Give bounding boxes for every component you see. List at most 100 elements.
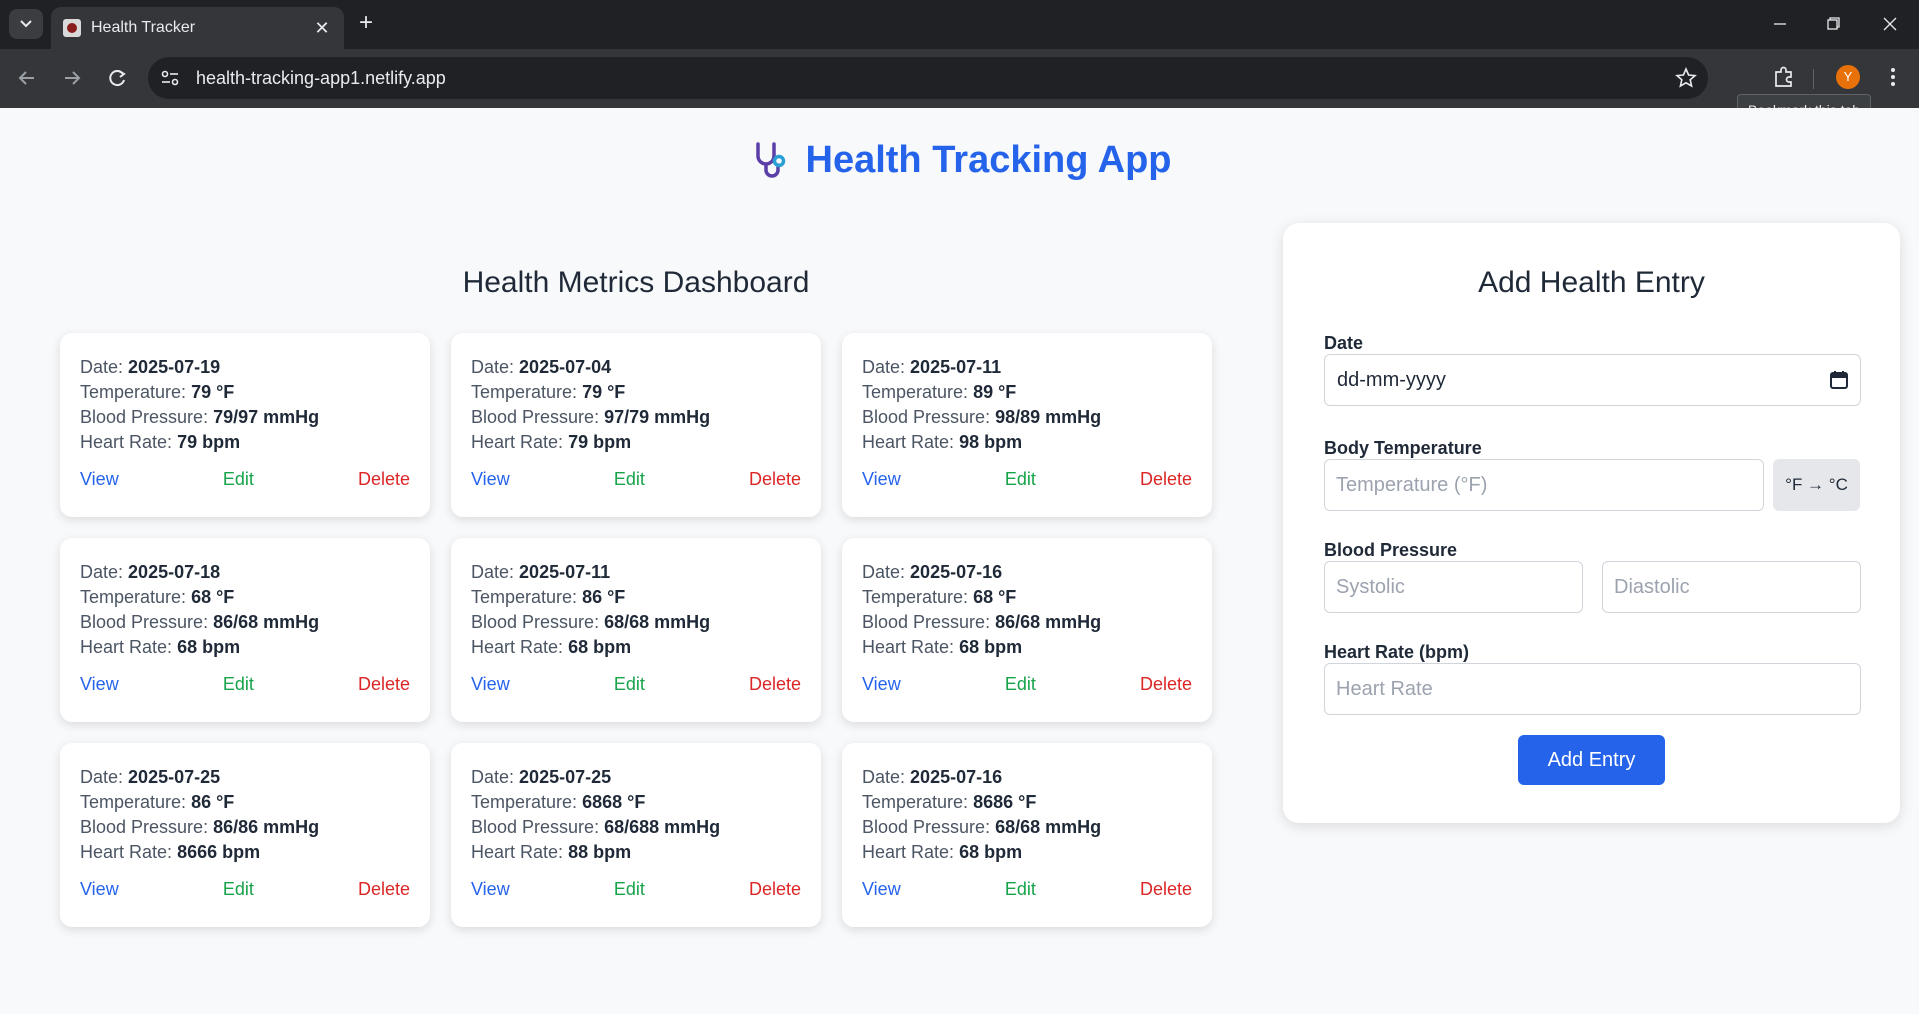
- entry-heart-rate-row: Heart Rate: 88 bpm: [471, 840, 801, 865]
- dashboard-title: Health Metrics Dashboard: [462, 266, 810, 299]
- entry-card: Date: 2025-07-16 Temperature: 8686 °F Bloo…: [842, 743, 1212, 927]
- profile-avatar[interactable]: Y: [1836, 65, 1860, 89]
- view-link[interactable]: View: [80, 877, 119, 902]
- entry-heart-rate-row: Heart Rate: 98 bpm: [862, 430, 1192, 455]
- view-link[interactable]: View: [862, 877, 901, 902]
- reload-button[interactable]: [102, 63, 132, 93]
- entry-actions: View Edit Delete: [471, 877, 801, 902]
- entry-card: Date: 2025-07-25 Temperature: 6868 °F Bloo…: [451, 743, 821, 927]
- entry-heart-rate-value: 68 bpm: [959, 637, 1023, 657]
- delete-link[interactable]: Delete: [1140, 467, 1192, 492]
- view-link[interactable]: View: [471, 877, 510, 902]
- entry-card: Date: 2025-07-11 Temperature: 86 °F Blood …: [451, 538, 821, 722]
- entry-heart-rate-row: Heart Rate: 8666 bpm: [80, 840, 410, 865]
- edit-link[interactable]: Edit: [1005, 672, 1036, 697]
- tab-search-button[interactable]: [9, 9, 43, 39]
- site-info-icon[interactable]: [158, 66, 182, 90]
- forward-button[interactable]: [57, 63, 87, 93]
- entry-blood-pressure-row: Blood Pressure: 86/68 mmHg: [80, 610, 410, 635]
- entry-blood-pressure-label: Blood Pressure:: [471, 612, 600, 632]
- calendar-icon[interactable]: [1828, 369, 1850, 391]
- edit-link[interactable]: Edit: [223, 672, 254, 697]
- entry-card: Date: 2025-07-16 Temperature: 68 °F Blood …: [842, 538, 1212, 722]
- entry-card: Date: 2025-07-11 Temperature: 89 °F Blood …: [842, 333, 1212, 517]
- delete-link[interactable]: Delete: [749, 877, 801, 902]
- view-link[interactable]: View: [471, 467, 510, 492]
- delete-link[interactable]: Delete: [1140, 877, 1192, 902]
- entry-card: Date: 2025-07-04 Temperature: 79 °F Blood …: [451, 333, 821, 517]
- more-menu-icon[interactable]: [1880, 63, 1906, 91]
- temperature-input[interactable]: [1324, 459, 1764, 511]
- new-tab-button[interactable]: +: [353, 10, 379, 36]
- entry-date-row: Date: 2025-07-25: [80, 765, 410, 790]
- entry-temperature-row: Temperature: 86 °F: [471, 585, 801, 610]
- minimize-button[interactable]: [1757, 10, 1801, 38]
- entry-heart-rate-row: Heart Rate: 68 bpm: [862, 635, 1192, 660]
- entry-heart-rate-row: Heart Rate: 68 bpm: [80, 635, 410, 660]
- entry-actions: View Edit Delete: [471, 467, 801, 492]
- entry-blood-pressure-value: 68/68 mmHg: [995, 817, 1102, 837]
- back-button[interactable]: [12, 63, 42, 93]
- diastolic-input[interactable]: [1602, 561, 1861, 613]
- delete-link[interactable]: Delete: [1140, 672, 1192, 697]
- entry-temperature-row: Temperature: 8686 °F: [862, 790, 1192, 815]
- entry-date-value: 2025-07-25: [519, 767, 612, 787]
- browser-toolbar: health-tracking-app1.netlify.app Y: [0, 49, 1919, 108]
- heart-rate-input[interactable]: [1324, 663, 1861, 715]
- close-window-button[interactable]: [1868, 10, 1912, 38]
- edit-link[interactable]: Edit: [614, 467, 645, 492]
- extensions-icon[interactable]: [1770, 63, 1798, 91]
- chevron-down-icon: [20, 20, 32, 28]
- entry-heart-rate-value: 68 bpm: [568, 637, 632, 657]
- entry-blood-pressure-row: Blood Pressure: 97/79 mmHg: [471, 405, 801, 430]
- date-input[interactable]: dd-mm-yyyy: [1324, 354, 1861, 406]
- entry-blood-pressure-label: Blood Pressure:: [471, 407, 600, 427]
- entry-date-row: Date: 2025-07-25: [471, 765, 801, 790]
- edit-link[interactable]: Edit: [614, 877, 645, 902]
- entry-blood-pressure-row: Blood Pressure: 98/89 mmHg: [862, 405, 1192, 430]
- entry-temperature-row: Temperature: 86 °F: [80, 790, 410, 815]
- delete-link[interactable]: Delete: [749, 467, 801, 492]
- entry-date-value: 2025-07-04: [519, 357, 612, 377]
- systolic-input[interactable]: [1324, 561, 1583, 613]
- delete-link[interactable]: Delete: [749, 672, 801, 697]
- edit-link[interactable]: Edit: [614, 672, 645, 697]
- tab-strip: Health Tracker ✕ +: [0, 0, 1919, 49]
- view-link[interactable]: View: [80, 672, 119, 697]
- address-bar[interactable]: health-tracking-app1.netlify.app: [148, 57, 1708, 99]
- entry-blood-pressure-value: 98/89 mmHg: [995, 407, 1102, 427]
- view-link[interactable]: View: [862, 672, 901, 697]
- entry-blood-pressure-value: 86/68 mmHg: [213, 612, 320, 632]
- tab-title: Health Tracker: [91, 19, 196, 36]
- delete-link[interactable]: Delete: [358, 467, 410, 492]
- entry-blood-pressure-label: Blood Pressure:: [80, 407, 209, 427]
- entry-date-label: Date:: [80, 562, 124, 582]
- edit-link[interactable]: Edit: [1005, 467, 1036, 492]
- stethoscope-icon: [755, 142, 785, 178]
- entry-heart-rate-value: 8666 bpm: [177, 842, 261, 862]
- entry-heart-rate-value: 68 bpm: [959, 842, 1023, 862]
- entry-blood-pressure-label: Blood Pressure:: [471, 817, 600, 837]
- entry-date-value: 2025-07-11: [519, 562, 611, 582]
- edit-link[interactable]: Edit: [223, 467, 254, 492]
- entry-temperature-value: 86 °F: [582, 587, 626, 607]
- delete-link[interactable]: Delete: [358, 877, 410, 902]
- edit-link[interactable]: Edit: [1005, 877, 1036, 902]
- convert-unit-button[interactable]: °F → °C: [1773, 459, 1860, 511]
- add-entry-button[interactable]: Add Entry: [1518, 735, 1665, 785]
- entry-date-label: Date:: [862, 767, 906, 787]
- entry-heart-rate-label: Heart Rate:: [80, 637, 173, 657]
- view-link[interactable]: View: [471, 672, 510, 697]
- page-content: Health Tracking App Health Metrics Dashb…: [0, 108, 1919, 1014]
- close-tab-icon[interactable]: ✕: [310, 16, 334, 40]
- bookmark-star-icon[interactable]: [1674, 66, 1698, 90]
- delete-link[interactable]: Delete: [358, 672, 410, 697]
- entry-blood-pressure-row: Blood Pressure: 68/68 mmHg: [862, 815, 1192, 840]
- view-link[interactable]: View: [80, 467, 119, 492]
- browser-tab[interactable]: Health Tracker ✕: [51, 7, 344, 49]
- favicon-icon: [63, 19, 81, 37]
- edit-link[interactable]: Edit: [223, 877, 254, 902]
- entry-heart-rate-label: Heart Rate:: [471, 842, 564, 862]
- view-link[interactable]: View: [862, 467, 901, 492]
- restore-button[interactable]: [1811, 10, 1855, 38]
